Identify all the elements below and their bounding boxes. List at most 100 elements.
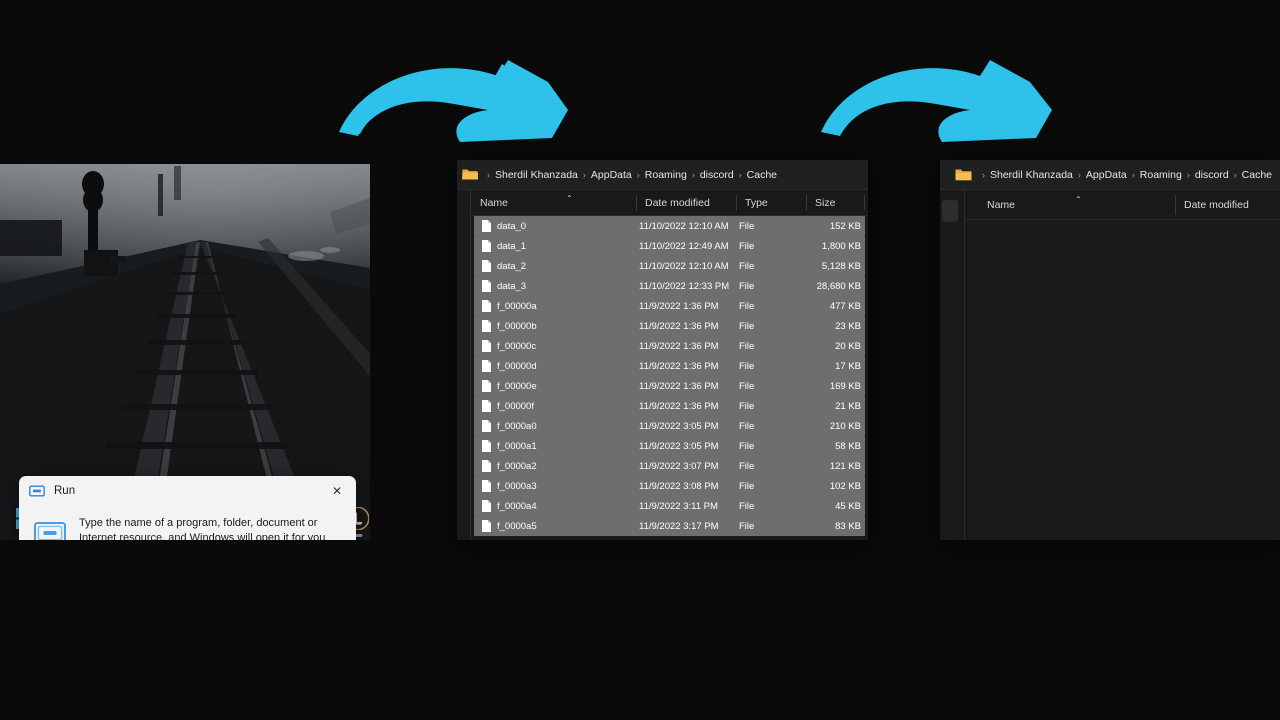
cell-name: f_00000f <box>474 400 639 412</box>
cell-type: File <box>739 360 755 372</box>
table-row[interactable]: f_0000a0 11/9/2022 3:05 PM File 210 KB <box>474 416 865 436</box>
cell-date-modified: 11/9/2022 1:36 PM <box>639 320 719 332</box>
cell-type: File <box>739 440 755 452</box>
breadcrumb-separator: › <box>582 169 586 180</box>
file-icon <box>482 260 491 272</box>
table-row[interactable]: f_0000a4 11/9/2022 3:11 PM File 45 KB <box>474 496 865 516</box>
cell-name: f_0000a3 <box>474 480 639 492</box>
table-row[interactable]: f_0000a2 11/9/2022 3:07 PM File 121 KB <box>474 456 865 476</box>
cell-name: f_00000b <box>474 320 639 332</box>
file-list-area-after: Name ⌃ Date modified <box>965 190 1280 540</box>
file-list-area-before: Name ⌃ Date modified Type Size data_0 11/… <box>471 190 868 540</box>
file-icon <box>482 240 491 252</box>
column-header-row-after: Name ⌃ Date modified <box>965 190 1280 220</box>
folder-icon <box>955 169 972 180</box>
run-dialog-titlebar: Run ✕ <box>19 476 356 506</box>
cell-size: 20 KB <box>835 340 861 352</box>
breadcrumb-item-1[interactable]: AppData <box>591 169 632 181</box>
column-header-type[interactable]: Type <box>736 190 806 216</box>
navigation-pane-before[interactable] <box>457 190 471 540</box>
cell-size: 23 KB <box>835 320 861 332</box>
breadcrumb-separator: › <box>487 169 490 180</box>
cell-size: 83 KB <box>835 520 861 532</box>
desktop-panel: Run ✕ Type the name of a program, folder… <box>0 164 370 540</box>
run-window-icon <box>29 485 45 497</box>
cell-name-text: f_0000a1 <box>497 440 537 452</box>
table-row[interactable]: data_2 11/10/2022 12:10 AM File 5,128 KB <box>474 256 865 276</box>
file-icon <box>482 500 491 512</box>
table-row[interactable]: f_00000d 11/9/2022 1:36 PM File 17 KB <box>474 356 865 376</box>
cell-date-modified: 11/9/2022 3:08 PM <box>639 480 719 492</box>
cell-type: File <box>739 380 755 392</box>
table-row[interactable]: f_00000b 11/9/2022 1:36 PM File 23 KB <box>474 316 865 336</box>
cell-name-text: f_0000a3 <box>497 480 537 492</box>
cell-name-text: f_0000a0 <box>497 420 537 432</box>
cell-type: File <box>739 460 755 472</box>
breadcrumb-item-0[interactable]: Sherdil Khanzada <box>495 169 578 181</box>
breadcrumb-item-3[interactable]: discord <box>1195 169 1229 181</box>
table-row[interactable]: f_0000a5 11/9/2022 3:17 PM File 83 KB <box>474 516 865 536</box>
breadcrumb-item-2[interactable]: Roaming <box>645 169 687 181</box>
cell-date-modified: 11/10/2022 12:33 PM <box>639 280 730 292</box>
column-header-row-before: Name ⌃ Date modified Type Size <box>471 190 868 216</box>
table-row[interactable]: data_1 11/10/2022 12:49 AM File 1,800 KB <box>474 236 865 256</box>
cell-date-modified: 11/10/2022 12:10 AM <box>639 260 729 272</box>
cell-name: f_00000e <box>474 380 639 392</box>
file-icon <box>482 380 491 392</box>
breadcrumb-separator: › <box>738 169 742 180</box>
column-header-size[interactable]: Size <box>806 190 864 216</box>
run-dialog-title: Run <box>54 485 76 497</box>
cell-size: 45 KB <box>835 500 861 512</box>
cell-type: File <box>739 300 755 312</box>
close-icon[interactable]: ✕ <box>318 476 356 506</box>
cell-name-text: data_3 <box>497 280 527 292</box>
column-header-name[interactable]: Name ⌃ <box>965 190 1175 220</box>
column-header-date-modified[interactable]: Date modified <box>1175 190 1280 220</box>
breadcrumb-after[interactable]: › Sherdil Khanzada › AppData › Roaming ›… <box>940 160 1280 190</box>
cell-size: 17 KB <box>835 360 861 372</box>
run-program-icon <box>34 522 66 540</box>
breadcrumb-item-3[interactable]: discord <box>700 169 734 181</box>
breadcrumb-separator: › <box>636 169 640 180</box>
file-explorer-window-after: › Sherdil Khanzada › AppData › Roaming ›… <box>940 160 1280 540</box>
file-icon <box>482 340 491 352</box>
cell-size: 102 KB <box>829 480 861 492</box>
table-row[interactable]: data_0 11/10/2022 12:10 AM File 152 KB <box>474 216 865 236</box>
cell-date-modified: 11/9/2022 3:05 PM <box>639 440 719 452</box>
breadcrumb-item-1[interactable]: AppData <box>1086 169 1127 181</box>
cell-date-modified: 11/9/2022 3:11 PM <box>639 500 718 512</box>
table-row[interactable]: f_0000a1 11/9/2022 3:05 PM File 58 KB <box>474 436 865 456</box>
breadcrumb-separator: › <box>1077 169 1081 180</box>
file-icon <box>482 320 491 332</box>
breadcrumb-item-0[interactable]: Sherdil Khanzada <box>990 169 1073 181</box>
table-row[interactable]: f_00000a 11/9/2022 1:36 PM File 477 KB <box>474 296 865 316</box>
cell-name: data_2 <box>474 260 639 272</box>
breadcrumb-before[interactable]: › Sherdil Khanzada › AppData › Roaming ›… <box>457 160 868 190</box>
navigation-pane-after[interactable] <box>940 190 965 540</box>
table-row[interactable]: f_00000c 11/9/2022 1:36 PM File 20 KB <box>474 336 865 356</box>
file-icon <box>482 420 491 432</box>
table-row[interactable]: f_0000a3 11/9/2022 3:08 PM File 102 KB <box>474 476 865 496</box>
cell-name: f_0000a2 <box>474 460 639 472</box>
breadcrumb-item-4[interactable]: Cache <box>1242 169 1272 181</box>
cell-name: data_3 <box>474 280 639 292</box>
breadcrumb-item-4[interactable]: Cache <box>747 169 777 181</box>
cell-type: File <box>739 280 755 292</box>
column-header-date-modified[interactable]: Date modified <box>636 190 736 216</box>
breadcrumb-item-2[interactable]: Roaming <box>1140 169 1182 181</box>
cell-type: File <box>739 500 755 512</box>
cell-type: File <box>739 220 755 232</box>
cell-date-modified: 11/9/2022 1:36 PM <box>639 340 719 352</box>
cell-size: 169 KB <box>829 380 861 392</box>
cell-date-modified: 11/10/2022 12:49 AM <box>639 240 729 252</box>
table-row[interactable]: data_3 11/10/2022 12:33 PM File 28,680 KB <box>474 276 865 296</box>
table-row[interactable]: f_00000e 11/9/2022 1:36 PM File 169 KB <box>474 376 865 396</box>
breadcrumb-separator: › <box>691 169 695 180</box>
cell-date-modified: 11/9/2022 1:36 PM <box>639 380 719 392</box>
cell-name: data_1 <box>474 240 639 252</box>
cell-name: data_0 <box>474 220 639 232</box>
cell-name-text: f_0000a4 <box>497 500 537 512</box>
navpane-selected-item[interactable] <box>942 200 958 222</box>
table-row[interactable]: f_00000f 11/9/2022 1:36 PM File 21 KB <box>474 396 865 416</box>
column-header-name[interactable]: Name ⌃ <box>471 190 636 216</box>
